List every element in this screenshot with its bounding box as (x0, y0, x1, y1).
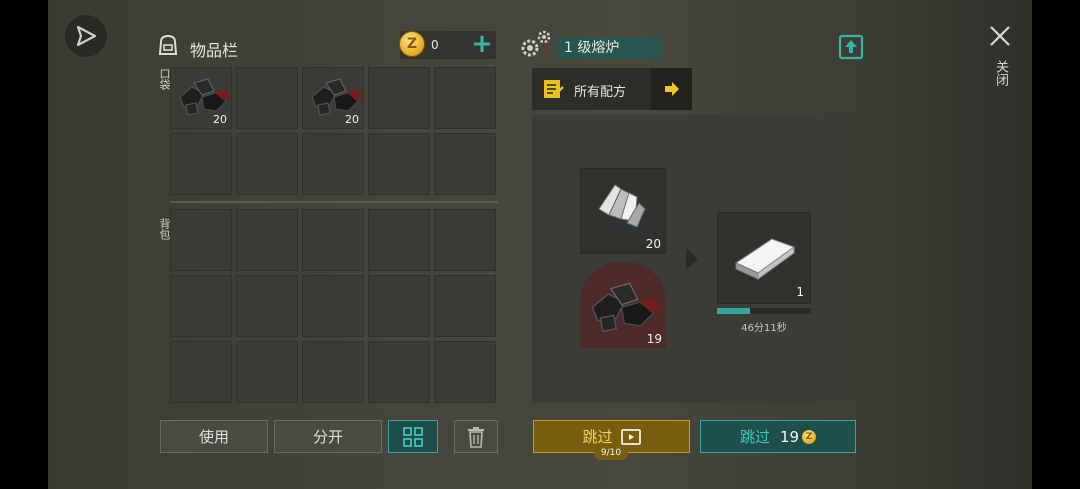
backpack-icon (158, 34, 178, 55)
backpack-slot[interactable] (368, 275, 430, 337)
input-count: 20 (645, 237, 661, 251)
skip-coin-label: 跳过 (739, 428, 770, 446)
pocket-slot[interactable] (302, 133, 364, 195)
ad-skip-counter: 9/10 (594, 446, 628, 460)
item-count: 20 (213, 113, 227, 126)
use-button[interactable]: 使用 (160, 420, 268, 453)
iron-ore-icon (598, 184, 653, 233)
all-recipes-label: 所有配方 (574, 85, 627, 100)
paper-plane-icon (76, 25, 97, 47)
skip-coin-button[interactable]: 跳过 19 Z (700, 420, 856, 453)
pocket-slot[interactable]: 20 (170, 67, 232, 129)
delete-button[interactable] (454, 420, 498, 453)
recipes-arrow-button[interactable] (651, 68, 692, 110)
coin-count: 0 (431, 38, 439, 52)
furnace-title: 1 级熔炉 (558, 37, 662, 59)
pocket-slot[interactable] (236, 67, 298, 129)
all-recipes-tab[interactable]: 所有配方 (532, 68, 692, 110)
pocket-slot[interactable]: 20 (302, 67, 364, 129)
smelt-timer: 46分11秒 (741, 323, 787, 334)
video-play-icon (620, 428, 641, 445)
skip-ad-label: 跳过 (582, 428, 613, 446)
section-divider (170, 201, 498, 203)
output-slot[interactable]: 1 (717, 212, 811, 304)
skip-coin-cost: 19 (779, 427, 800, 446)
pocket-slot[interactable] (368, 133, 430, 195)
backpack-slot[interactable] (434, 209, 496, 271)
pocket-slot[interactable] (236, 133, 298, 195)
gears-icon (521, 30, 551, 57)
game-screen: 物品栏 Z 0 + 口袋 背包 20 20 使用 分开 1 级熔炉 所有配方 2… (48, 0, 1032, 489)
upgrade-button[interactable] (838, 34, 864, 60)
inventory-title: 物品栏 (190, 41, 239, 60)
pocket-slot[interactable] (368, 67, 430, 129)
share-button[interactable] (65, 15, 107, 57)
close-button[interactable]: 关闭 (984, 22, 1016, 102)
backpack-slot[interactable] (170, 209, 232, 271)
coal-icon (311, 78, 362, 116)
backpack-slot[interactable] (434, 275, 496, 337)
backpack-slot[interactable] (236, 275, 298, 337)
backpack-slot[interactable] (236, 209, 298, 271)
fuel-count: 19 (646, 332, 662, 346)
fuel-slot[interactable]: 19 (580, 262, 666, 348)
coal-icon (179, 78, 230, 116)
pocket-slot[interactable] (170, 133, 232, 195)
output-count: 1 (796, 285, 804, 299)
close-label: 关闭 (993, 60, 1008, 86)
backpack-slot[interactable] (368, 341, 430, 403)
sort-button[interactable] (388, 420, 438, 453)
pocket-slot[interactable] (434, 67, 496, 129)
item-count: 20 (345, 113, 359, 126)
trash-icon (468, 426, 484, 448)
grid-sort-icon (403, 426, 423, 447)
add-coins-button[interactable]: + (470, 31, 494, 57)
close-icon (990, 26, 1010, 46)
backpack-slot[interactable] (170, 341, 232, 403)
smelt-progress-fill (717, 308, 750, 314)
backpack-slot[interactable] (236, 341, 298, 403)
split-button[interactable]: 分开 (274, 420, 382, 453)
arrow-right-icon (665, 82, 679, 96)
upgrade-icon (838, 34, 864, 60)
coal-icon (591, 282, 659, 333)
smelt-progress-bar (717, 308, 811, 314)
backpack-slot[interactable] (434, 341, 496, 403)
backpack-slot[interactable] (302, 209, 364, 271)
gold-coin-icon: Z (802, 429, 817, 444)
process-arrow-icon (686, 248, 698, 270)
input-slot[interactable]: 20 (580, 168, 666, 254)
pocket-slot[interactable] (434, 133, 496, 195)
iron-ingot-icon (734, 238, 796, 280)
backpack-slot[interactable] (170, 275, 232, 337)
backpack-slot[interactable] (302, 341, 364, 403)
gold-coin-icon: Z (399, 31, 425, 57)
backpack-slot[interactable] (302, 275, 364, 337)
backpack-slot[interactable] (368, 209, 430, 271)
recipe-book-icon (544, 80, 564, 98)
